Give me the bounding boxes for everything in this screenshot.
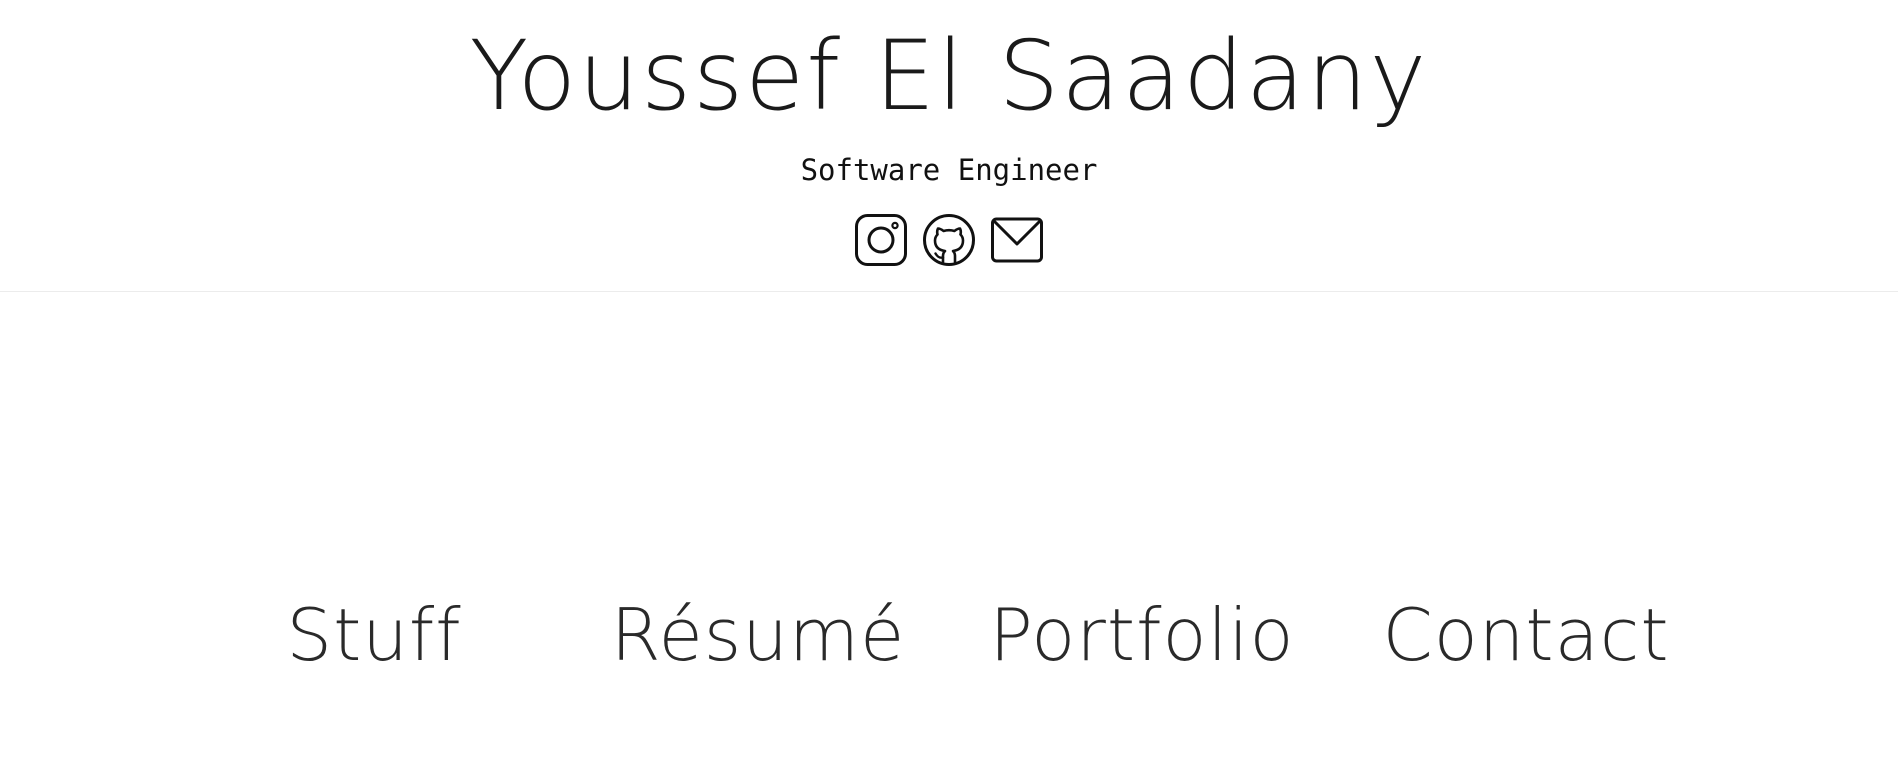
github-link[interactable] [922,213,976,267]
instagram-icon [855,214,907,266]
github-icon [923,214,975,266]
mail-link[interactable] [990,213,1044,267]
social-links [0,213,1898,267]
page: Youssef El Saadany Software Engineer Stu… [0,0,1898,761]
page-title: Youssef El Saadany [469,20,1429,132]
site-header: Youssef El Saadany Software Engineer [0,0,1898,292]
instagram-link[interactable] [854,213,908,267]
nav-resume-link[interactable]: Résumé [558,580,958,690]
page-subtitle: Software Engineer [800,153,1098,187]
mail-icon [991,217,1043,263]
nav-portfolio-link[interactable]: Portfolio [942,580,1342,690]
main-nav: Stuff Résumé Portfolio Contact [0,580,1898,690]
nav-contact-link[interactable]: Contact [1326,580,1726,690]
nav-stuff-link[interactable]: Stuff [174,580,574,690]
